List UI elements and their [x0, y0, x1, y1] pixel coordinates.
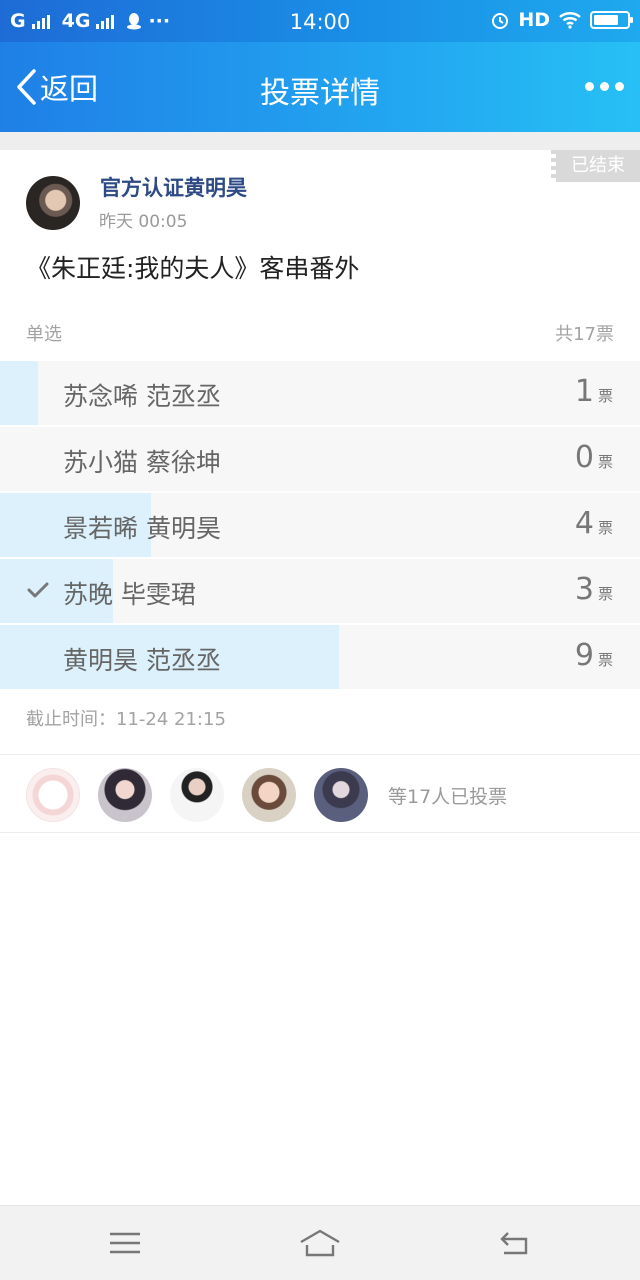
menu-icon[interactable]: [108, 1228, 142, 1258]
back-nav-icon[interactable]: [498, 1228, 532, 1258]
voter-avatar[interactable]: [26, 768, 80, 822]
vote-share-bar: [0, 361, 38, 425]
dot-icon: [585, 82, 594, 91]
voter-avatar[interactable]: [314, 768, 368, 822]
vote-unit: 票: [597, 387, 613, 405]
vote-number: 0: [574, 440, 594, 475]
option-list: 苏念唏 范丞丞 1 票苏小猫 蔡徐坤 0 票景若晞 黄明昊 4 票苏晚 毕雯珺 3 票黄明昊 范…: [0, 361, 640, 691]
vote-number: 3: [574, 572, 594, 607]
status-badge: 已结束: [551, 150, 640, 182]
dot-icon: [600, 82, 609, 91]
vote-mode: 单选: [26, 324, 62, 345]
option-label: 苏晚 毕雯珺: [63, 580, 196, 609]
nav-bar: 返回 投票详情: [0, 42, 640, 132]
vote-number: 1: [574, 374, 594, 409]
voter-avatar[interactable]: [98, 768, 152, 822]
vote-number: 9: [574, 638, 594, 673]
vote-option[interactable]: 景若晞 黄明昊 4 票: [0, 493, 640, 557]
option-label: 黄明昊 范丞丞: [63, 646, 221, 675]
vote-unit: 票: [597, 519, 613, 537]
vote-option[interactable]: 苏小猫 蔡徐坤 0 票: [0, 427, 640, 491]
author-avatar[interactable]: [26, 176, 80, 230]
vote-option[interactable]: 苏念唏 范丞丞 1 票: [0, 361, 640, 425]
option-label: 苏小猫 蔡徐坤: [63, 448, 221, 477]
system-nav-bar: [0, 1205, 640, 1280]
section-divider: [0, 132, 640, 150]
author-name[interactable]: 官方认证黄明昊: [100, 172, 247, 202]
vote-meta: 单选 共17票: [26, 320, 614, 346]
wifi-icon: [559, 12, 581, 29]
vote-unit: 票: [597, 585, 613, 603]
option-count: 4票: [575, 506, 613, 541]
status-bar: G 4G ··· 14:00 HD: [0, 0, 640, 42]
vote-unit: 票: [597, 453, 613, 471]
more-options-button[interactable]: [585, 82, 624, 91]
voters-row[interactable]: 等17人已投票: [26, 768, 507, 822]
option-label: 苏念唏 范丞丞: [63, 382, 221, 411]
option-count: 3票: [575, 572, 613, 607]
divider: [0, 754, 640, 755]
dot-icon: [615, 82, 624, 91]
status-right: HD: [490, 9, 633, 31]
alarm-icon: [492, 13, 509, 29]
option-count: 1票: [575, 374, 613, 409]
voter-avatar[interactable]: [242, 768, 296, 822]
page-title: 投票详情: [260, 76, 380, 111]
home-icon[interactable]: [298, 1228, 342, 1260]
battery-icon: [590, 11, 633, 29]
vote-total: 共17票: [555, 324, 614, 345]
option-count: 0票: [575, 440, 613, 475]
option-label: 景若晞 黄明昊: [63, 514, 221, 543]
divider: [0, 832, 640, 833]
deadline: 截止时间：11-24 21:15: [26, 709, 226, 730]
checkmark-icon: [27, 582, 49, 598]
vote-title: 《朱正廷:我的夫人》客串番外: [26, 254, 360, 283]
vote-option[interactable]: 黄明昊 范丞丞 9 票: [0, 625, 640, 689]
hd-label: HD: [518, 9, 550, 31]
post-time: 昨天 00:05: [99, 212, 188, 232]
option-count: 9票: [575, 638, 613, 673]
vote-unit: 票: [597, 651, 613, 669]
voters-count-text[interactable]: 等17人已投票: [388, 782, 507, 809]
vote-option[interactable]: 苏晚 毕雯珺 3 票: [0, 559, 640, 623]
voter-avatar[interactable]: [170, 768, 224, 822]
vote-number: 4: [574, 506, 594, 541]
